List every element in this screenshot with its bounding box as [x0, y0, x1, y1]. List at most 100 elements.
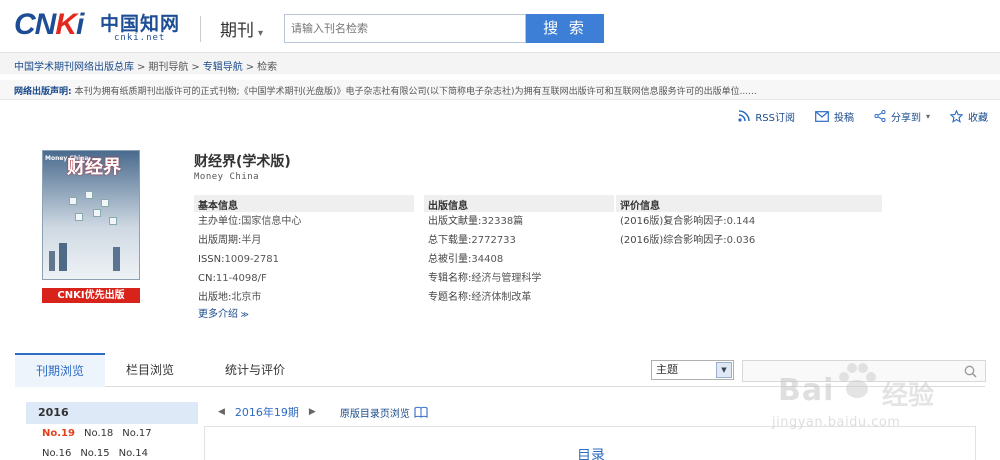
- share-icon: [874, 110, 886, 122]
- breadcrumb-separator: >: [191, 62, 200, 73]
- share-button[interactable]: 分享到 ▾: [874, 108, 930, 124]
- breadcrumb-separator: >: [245, 62, 255, 73]
- info-row: 出版地:北京市: [194, 288, 414, 307]
- tab-column-browse[interactable]: 栏目浏览: [110, 353, 190, 387]
- info-label: (2016版)综合影响因子:: [620, 235, 727, 246]
- channel-label: 期刊: [220, 21, 254, 41]
- channel-dropdown[interactable]: 期刊 ▾: [220, 16, 263, 41]
- journal-english-title: Money China: [194, 172, 260, 182]
- breadcrumb-item-journal-nav[interactable]: 期刊导航: [148, 62, 188, 73]
- search-input[interactable]: [284, 14, 526, 43]
- issue-link[interactable]: No.17: [122, 428, 151, 439]
- rss-icon: [738, 110, 751, 122]
- info-value: 北京市: [231, 292, 262, 303]
- issue-link[interactable]: No.16: [42, 448, 71, 459]
- issue-link[interactable]: No.18: [84, 428, 113, 439]
- info-label: 总下载量:: [428, 235, 472, 246]
- page: CNKi 中国知网 cnki.net 期刊▾ 搜 索 中国学术期刊网络出版总库>…: [0, 0, 1000, 460]
- info-value: 国家信息中心: [241, 216, 302, 227]
- publication-notice: 网络出版声明: 本刊为拥有纸质期刊出版许可的正式刊物;《中国学术期刊(光盘版)》…: [0, 80, 1000, 100]
- logo-mark: CNKi: [14, 8, 84, 41]
- more-info-label: 更多介绍: [198, 309, 238, 320]
- prev-issue-icon[interactable]: ◀: [218, 407, 225, 417]
- mail-icon: [815, 110, 829, 122]
- original-toc-link[interactable]: 原版目录页浏览: [340, 405, 428, 420]
- current-issue-label: 2016年19期: [234, 406, 299, 419]
- issue-navigation: ◀ 2016年19期 ▶ 原版目录页浏览: [218, 404, 428, 420]
- info-value: 经济体制改革: [471, 292, 532, 303]
- evaluation-info-heading: 评价信息: [616, 195, 882, 212]
- info-value: 经济与管理科学: [471, 273, 542, 284]
- star-icon: [950, 109, 963, 123]
- notice-label: 网络出版声明:: [14, 87, 72, 97]
- original-toc-label: 原版目录页浏览: [339, 408, 410, 420]
- info-row: (2016版)综合影响因子:0.036: [616, 231, 882, 250]
- info-label: (2016版)复合影响因子:: [620, 216, 727, 227]
- more-info-link[interactable]: 更多介绍 ≫: [194, 307, 414, 323]
- expand-icon: ≫: [238, 310, 249, 319]
- logo-chinese: 中国知网: [100, 13, 181, 35]
- publish-info-heading: 出版信息: [424, 195, 614, 212]
- issue-link[interactable]: No.15: [80, 448, 109, 459]
- breadcrumb-separator: >: [137, 62, 146, 73]
- logo-url: cnki.net: [114, 33, 166, 43]
- info-row: 总下载量:2772733: [424, 231, 614, 250]
- select-value: 主题: [656, 363, 678, 376]
- paw-icon: [839, 363, 876, 398]
- submit-label: 投稿: [833, 112, 854, 124]
- favorite-button[interactable]: 收藏: [950, 108, 988, 124]
- rss-button[interactable]: RSS订阅: [738, 108, 795, 124]
- search-button[interactable]: 搜 索: [526, 14, 604, 43]
- tab-statistics[interactable]: 统计与评价: [205, 353, 305, 387]
- journal-title: 财经界(学术版): [194, 154, 291, 170]
- info-value: 半月: [241, 235, 262, 246]
- info-label: 主办单位:: [198, 216, 242, 227]
- info-value: 0.144: [726, 216, 756, 227]
- info-label: CN:: [198, 273, 216, 284]
- watermark-brand: Bai: [778, 373, 835, 408]
- info-row: 出版周期:半月: [194, 231, 414, 250]
- issue-link-current[interactable]: No.19: [42, 428, 75, 439]
- info-row: 总被引量:34408: [424, 250, 614, 269]
- book-icon: [414, 406, 428, 418]
- info-row: 出版文献量:32338篇: [424, 212, 614, 231]
- next-issue-icon[interactable]: ▶: [309, 407, 316, 417]
- header: CNKi 中国知网 cnki.net 期刊 ▾ 搜 索: [0, 0, 1000, 50]
- watermark-brand-cn: 经验: [882, 381, 935, 411]
- chevron-down-icon: ▾: [925, 111, 930, 121]
- header-divider: [200, 16, 201, 42]
- info-label: 总被引量:: [428, 254, 472, 265]
- breadcrumb: 中国学术期刊网络出版总库 > 期刊导航 > 专辑导航 > 检索: [14, 58, 277, 73]
- cover-graphic: [65, 191, 121, 231]
- tab-issue-browse[interactable]: 刊期浏览: [15, 353, 105, 387]
- info-row: 主办单位:国家信息中心: [194, 212, 414, 231]
- basic-info: 基本信息 主办单位:国家信息中心 出版周期:半月 ISSN:1009-2781 …: [194, 195, 414, 323]
- info-value: 11-4098/F: [215, 273, 267, 284]
- breadcrumb-item-library[interactable]: 中国学术期刊网络出版总库: [14, 62, 134, 73]
- breadcrumb-item-search: 检索: [257, 62, 278, 73]
- info-value: 1009-2781: [224, 254, 280, 265]
- info-value: 34408: [471, 254, 504, 265]
- year-2016[interactable]: 2016: [26, 402, 198, 424]
- watermark-url: jingyan.baidu.com: [772, 415, 901, 430]
- info-label: 专题名称:: [428, 292, 472, 303]
- basic-info-heading: 基本信息: [194, 195, 414, 212]
- chevron-down-icon: ▼: [716, 362, 732, 378]
- issue-list: No.19 No.18 No.17 No.16 No.15 No.14: [26, 424, 198, 460]
- info-row: (2016版)复合影响因子:0.144: [616, 212, 882, 231]
- cnki-logo[interactable]: CNKi 中国知网 cnki.net: [14, 8, 184, 48]
- cover-building: [113, 247, 120, 271]
- submit-button[interactable]: 投稿: [815, 108, 854, 124]
- journal-cover[interactable]: Money China 财经界: [42, 150, 140, 280]
- search-field-select[interactable]: 主题 ▼: [651, 360, 734, 380]
- notice-text: 网络出版声明: 本刊为拥有纸质期刊出版许可的正式刊物;《中国学术期刊(光盘版)》…: [14, 84, 757, 97]
- info-label: 专辑名称:: [428, 273, 472, 284]
- issue-row: No.16 No.15 No.14: [26, 444, 198, 460]
- issue-link[interactable]: No.14: [119, 448, 148, 459]
- toc-title: 目录: [577, 448, 605, 460]
- cover-building: [59, 243, 67, 271]
- chevron-down-icon: ▾: [258, 28, 264, 39]
- breadcrumb-bar: 中国学术期刊网络出版总库 > 期刊导航 > 专辑导航 > 检索: [0, 52, 1000, 74]
- info-row: 专题名称:经济体制改革: [424, 288, 614, 307]
- breadcrumb-item-topic-nav[interactable]: 专辑导航: [203, 62, 243, 73]
